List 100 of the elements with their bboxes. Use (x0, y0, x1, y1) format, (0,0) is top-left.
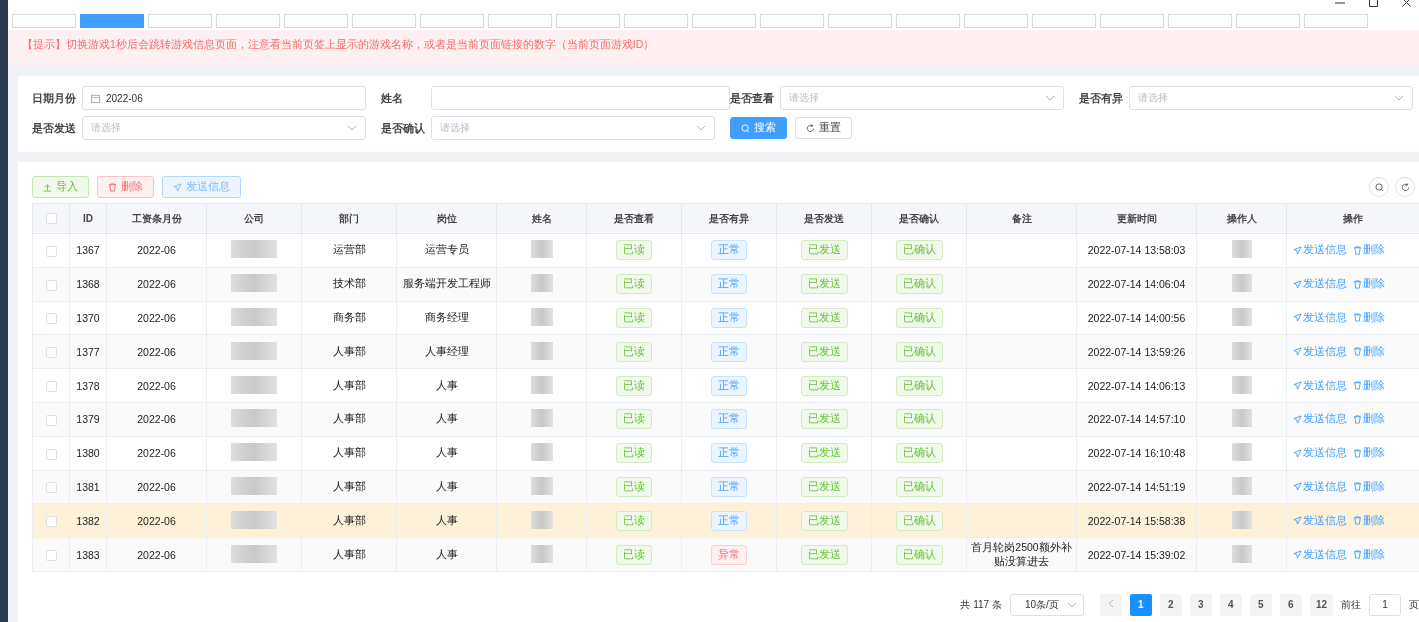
send-link[interactable]: 发送信息 (1293, 378, 1347, 393)
page-button[interactable]: 2 (1159, 593, 1182, 616)
checkbox[interactable] (45, 448, 57, 460)
delete-link[interactable]: 删除 (1353, 243, 1385, 258)
table-cell: 2022-07-14 16:10:48 (1076, 436, 1197, 471)
table-row[interactable]: 1379 2022-06 人事部 人事 已读 正常 已发送 已确认 2022-07-14 14:57:10 发送信息 删除 (32, 402, 1419, 437)
close-icon[interactable] (1402, 0, 1411, 7)
select-field[interactable]: 请选择 (431, 116, 715, 140)
send-link[interactable]: 发送信息 (1293, 513, 1347, 528)
trash-icon (1353, 482, 1362, 492)
tab[interactable] (80, 14, 144, 28)
status-tag: 已确认 (895, 544, 943, 565)
page-button[interactable]: 3 (1189, 593, 1212, 616)
refresh-icon (1400, 182, 1410, 192)
delete-link[interactable]: 删除 (1353, 378, 1385, 393)
table-cell: 人事部 (301, 334, 397, 369)
send-link[interactable]: 发送信息 (1293, 479, 1347, 494)
table-cell: 人事 (396, 470, 497, 504)
maximize-icon[interactable] (1369, 0, 1378, 7)
checkbox[interactable] (45, 279, 57, 291)
delete-link[interactable]: 删除 (1353, 547, 1385, 562)
page-button[interactable]: 12 (1309, 593, 1333, 616)
table-cell: 2022-06 (106, 537, 207, 572)
checkbox[interactable] (45, 347, 57, 359)
send-link[interactable]: 发送信息 (1293, 243, 1347, 258)
chevron-down-icon (1394, 95, 1404, 101)
checkbox[interactable] (45, 414, 57, 426)
table-row[interactable]: 1368 2022-06 技术部 服务端开发工程师 已读 正常 已发送 已确认 2022-07-14 14:06:04 发送信息 删除 (32, 267, 1419, 302)
search-button[interactable] (1369, 177, 1389, 197)
status-tag: 已读 (616, 443, 652, 464)
select-field[interactable]: 请选择 (82, 116, 366, 140)
redacted-block (530, 274, 553, 293)
table-row[interactable]: 1367 2022-06 运营部 运营专员 已读 正常 已发送 已确认 2022-07-14 13:58:03 发送信息 删除 (32, 233, 1419, 268)
table-cell: 2022-07-14 15:39:02 (1076, 537, 1197, 572)
send-link[interactable]: 发送信息 (1293, 446, 1347, 461)
toolbar-button[interactable]: 导入 (32, 176, 89, 198)
page-input[interactable]: 1 (1369, 593, 1401, 616)
table-cell: 1381 (69, 470, 107, 504)
prev-page-button[interactable] (1099, 593, 1122, 616)
table-row[interactable]: 1380 2022-06 人事部 人事 已读 正常 已发送 已确认 2022-07-14 16:10:48 发送信息 删除 (32, 436, 1419, 471)
send-link[interactable]: 发送信息 (1293, 412, 1347, 427)
select-field[interactable]: 请选择 (1129, 86, 1413, 110)
send-link[interactable]: 发送信息 (1293, 311, 1347, 325)
table-row[interactable]: 1378 2022-06 人事部 人事 已读 正常 已发送 已确认 2022-07-14 14:06:13 发送信息 删除 (32, 368, 1419, 403)
refresh-button[interactable] (1395, 177, 1415, 197)
toolbar-button[interactable]: 删除 (97, 176, 154, 198)
redacted-block (530, 544, 553, 563)
status-tag: 已读 (616, 544, 652, 565)
minimize-icon[interactable] (1335, 0, 1345, 6)
checkbox[interactable] (45, 245, 57, 257)
date-field[interactable]: 2022-06 (82, 86, 366, 110)
delete-link[interactable]: 删除 (1353, 311, 1385, 325)
name-field[interactable] (431, 86, 730, 110)
column-header: 是否确认 (871, 203, 967, 234)
table-cell: 1380 (69, 436, 107, 471)
select-field[interactable]: 请选择 (780, 86, 1064, 110)
delete-link[interactable]: 删除 (1353, 513, 1385, 528)
redacted-block (231, 240, 277, 259)
calendar-icon (91, 93, 100, 103)
delete-link[interactable]: 删除 (1353, 479, 1385, 494)
table-cell: 1378 (69, 368, 107, 403)
checkbox[interactable] (45, 549, 57, 561)
table-row[interactable]: 1377 2022-06 人事部 人事经理 已读 正常 已发送 已确认 2022-07-14 13:59:26 发送信息 删除 (32, 334, 1419, 369)
table-cell: 1367 (69, 233, 107, 268)
table-row[interactable]: 1383 2022-06 人事部 人事 已读 异常 已发送 已确认 首月轮岗2500额外补贴没算进去 2022-07-14 15:39:02 发送信息 删除 (32, 537, 1419, 572)
delete-link[interactable]: 删除 (1353, 446, 1385, 461)
field-label: 日期月份 (32, 90, 77, 106)
checkbox[interactable] (45, 482, 57, 494)
chevron-down-icon (1045, 95, 1055, 101)
toolbar-button[interactable]: 发送信息 (162, 176, 241, 198)
page-button[interactable]: 1 (1129, 593, 1152, 616)
status-tag: 正常 (711, 274, 747, 295)
delete-link[interactable]: 删除 (1353, 344, 1385, 359)
status-tag: 已发送 (800, 476, 848, 497)
checkbox[interactable] (45, 213, 57, 225)
send-link[interactable]: 发送信息 (1293, 277, 1347, 292)
checkbox[interactable] (45, 516, 57, 528)
table-row[interactable]: 1382 2022-06 人事部 人事 已读 正常 已发送 已确认 2022-07-14 15:58:38 发送信息 删除 (32, 503, 1419, 538)
page-button[interactable]: 4 (1219, 593, 1242, 616)
reset-button[interactable]: 重置 (795, 117, 852, 139)
send-link[interactable]: 发送信息 (1293, 344, 1347, 359)
status-tag: 已发送 (800, 443, 848, 464)
table-row[interactable]: 1370 2022-06 商务部 商务经理 已读 正常 已发送 已确认 2022-07-14 14:00:56 发送信息 删除 (32, 301, 1419, 335)
table-cell: 2022-07-14 14:06:13 (1076, 368, 1197, 403)
table-row[interactable]: 1381 2022-06 人事部 人事 已读 正常 已发送 已确认 2022-07-14 14:51:19 发送信息 删除 (32, 470, 1419, 504)
table-cell: 2022-06 (106, 267, 207, 302)
table-cell: 人事 (396, 436, 497, 471)
delete-link[interactable]: 删除 (1353, 277, 1385, 292)
checkbox[interactable] (45, 380, 57, 392)
upload-icon (43, 182, 52, 192)
delete-link[interactable]: 删除 (1353, 412, 1385, 427)
page-button[interactable]: 5 (1249, 593, 1272, 616)
send-link[interactable]: 发送信息 (1293, 547, 1347, 562)
search-button[interactable]: 搜索 (730, 117, 787, 139)
redacted-block (231, 476, 277, 495)
checkbox[interactable] (45, 313, 57, 325)
table-cell: 2022-06 (106, 301, 207, 335)
page-size-select[interactable]: 10条/页 (1009, 593, 1084, 616)
page-button[interactable]: 6 (1279, 593, 1302, 616)
redacted-block (1231, 274, 1252, 293)
